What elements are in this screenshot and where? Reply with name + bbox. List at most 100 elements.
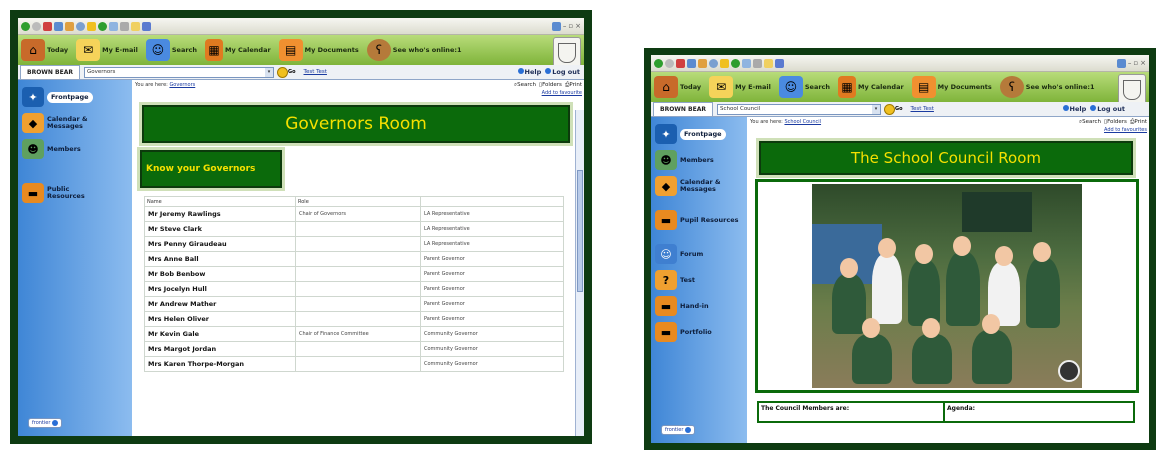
- window-controls: – ▫ ×: [1116, 58, 1146, 68]
- governors-table: Name Role Mr Jeremy Rawlings Chair of Gov…: [144, 196, 564, 372]
- minimize-icon[interactable]: –: [1128, 59, 1132, 67]
- search-browser-icon[interactable]: [709, 58, 718, 68]
- breadcrumb: You are here: School Council: [750, 119, 821, 125]
- back-icon[interactable]: [654, 58, 663, 68]
- chevron-down-icon[interactable]: ▾: [871, 104, 880, 114]
- folders-tool[interactable]: ▯Folders: [539, 82, 562, 89]
- breadcrumb-link[interactable]: Governors: [169, 82, 195, 88]
- history-icon[interactable]: [98, 21, 107, 31]
- forward-icon[interactable]: [32, 21, 41, 31]
- table-row: Mr Bob Benbow Parent Governor: [144, 266, 564, 282]
- refresh-icon[interactable]: [687, 58, 696, 68]
- sidebar-item-members[interactable]: ☻ Members: [651, 147, 747, 173]
- maximize-icon[interactable]: ▫: [568, 22, 573, 30]
- search-button[interactable]: ☺ Search: [145, 39, 197, 61]
- calendar-icon: ▦: [838, 76, 857, 98]
- go-icon: [276, 66, 288, 78]
- online-button[interactable]: ʕ See who's online:1: [999, 76, 1094, 98]
- add-to-favourites-link[interactable]: Add to favourites: [1104, 127, 1147, 133]
- folders-tool[interactable]: ▯Folders: [1104, 119, 1127, 126]
- help-link[interactable]: Help: [1062, 105, 1086, 113]
- back-icon[interactable]: [21, 21, 30, 31]
- close-icon[interactable]: ×: [575, 22, 581, 30]
- messenger-icon[interactable]: [775, 58, 784, 68]
- home-icon[interactable]: [65, 21, 74, 31]
- refresh-icon[interactable]: [54, 21, 63, 31]
- stop-icon[interactable]: [43, 21, 52, 31]
- documents-label: My Documents: [937, 83, 992, 91]
- folder-browser-icon[interactable]: [764, 58, 773, 68]
- sidebar-item-portfolio[interactable]: ▬ Portfolio: [651, 319, 747, 345]
- search-button[interactable]: ☺ Search: [778, 76, 830, 98]
- governor-type: Parent Governor: [420, 311, 564, 327]
- history-icon[interactable]: [731, 58, 740, 68]
- today-button[interactable]: ⌂ Today: [654, 76, 701, 98]
- online-button[interactable]: ʕ See who's online:1: [366, 39, 461, 61]
- sidebar-item-forum[interactable]: ☺ Forum: [651, 241, 747, 267]
- scrollbar[interactable]: [575, 110, 584, 436]
- user-link[interactable]: Test Test: [304, 69, 327, 75]
- governor-type: Parent Governor: [420, 266, 564, 282]
- help-link[interactable]: Help: [517, 68, 541, 76]
- go-button[interactable]: Go: [883, 103, 903, 115]
- search-browser-icon[interactable]: [76, 21, 85, 31]
- breadcrumb-link[interactable]: School Council: [784, 119, 821, 125]
- column-header-role: Role: [295, 196, 421, 207]
- sidebar-item-calendar[interactable]: ◆ Calendar & Messages: [651, 173, 747, 199]
- sidebar-item-public-resources[interactable]: ▬ Public Resources: [18, 180, 132, 206]
- sidebar-item-calendar[interactable]: ◆ Calendar & Messages: [18, 110, 132, 136]
- close-icon[interactable]: ×: [1140, 59, 1146, 67]
- mail-browser-icon[interactable]: [109, 21, 118, 31]
- house-icon: ⌂: [21, 39, 45, 61]
- print-browser-icon[interactable]: [753, 58, 762, 68]
- print-browser-icon[interactable]: [120, 21, 129, 31]
- email-button[interactable]: ✉ My E-mail: [709, 76, 771, 98]
- sidebar-item-frontpage[interactable]: ✦ Frontpage: [18, 84, 132, 110]
- documents-button[interactable]: ▤ My Documents: [911, 76, 992, 98]
- email-button[interactable]: ✉ My E-mail: [76, 39, 138, 61]
- sidebar-item-members[interactable]: ☻ Members: [18, 136, 132, 162]
- mail-browser-icon[interactable]: [742, 58, 751, 68]
- add-to-favourites-link[interactable]: Add to favourite: [542, 90, 582, 96]
- stop-icon[interactable]: [676, 58, 685, 68]
- folder-browser-icon[interactable]: [131, 21, 140, 31]
- documents-button[interactable]: ▤ My Documents: [278, 39, 359, 61]
- favorites-icon[interactable]: [720, 58, 729, 68]
- user-link[interactable]: Test Test: [911, 106, 934, 112]
- calendar-button[interactable]: ▦ My Calendar: [838, 76, 904, 98]
- bear-icon: ʕ: [999, 76, 1024, 98]
- sidebar-item-pupil-resources[interactable]: ▬ Pupil Resources: [651, 207, 747, 233]
- maximize-icon[interactable]: ▫: [1133, 59, 1138, 67]
- logout-link[interactable]: Log out: [1090, 105, 1125, 113]
- today-button[interactable]: ⌂ Today: [21, 39, 68, 61]
- sidebar-item-test[interactable]: ? Test: [651, 267, 747, 293]
- room-select[interactable]: Governors ▾: [83, 66, 274, 78]
- go-button[interactable]: Go: [276, 66, 296, 78]
- calendar-button[interactable]: ▦ My Calendar: [205, 39, 271, 61]
- page-tools: ⌕Search ▯Folders ⎙Print: [1079, 119, 1147, 126]
- forward-icon[interactable]: [665, 58, 674, 68]
- scrollbar-thumb[interactable]: [577, 170, 583, 292]
- user-tab[interactable]: BROWN BEAR: [653, 102, 713, 116]
- table-row: Mrs Jocelyn Hull Parent Governor: [144, 281, 564, 297]
- council-members-box: The Council Members are:: [757, 401, 945, 423]
- column-header-type: [420, 196, 564, 207]
- sidebar-item-hand-in[interactable]: ▬ Hand-in: [651, 293, 747, 319]
- logout-link[interactable]: Log out: [545, 68, 580, 76]
- print-tool[interactable]: ⎙Print: [565, 82, 582, 89]
- search-tool[interactable]: ⌕Search: [514, 82, 536, 89]
- table-row: Mrs Karen Thorpe-Morgan Community Governo…: [144, 356, 564, 372]
- room-select[interactable]: School Council ▾: [716, 103, 881, 115]
- sidebar-item-frontpage[interactable]: ✦ Frontpage: [651, 121, 747, 147]
- go-label: Go: [894, 106, 903, 112]
- search-tool[interactable]: ⌕Search: [1079, 119, 1101, 126]
- messenger-icon[interactable]: [142, 21, 151, 31]
- chevron-down-icon[interactable]: ▾: [264, 67, 273, 77]
- minimize-icon[interactable]: –: [563, 22, 567, 30]
- user-tab[interactable]: BROWN BEAR: [20, 65, 80, 79]
- column-header-name: Name: [144, 196, 296, 207]
- governor-type: LA Representative: [420, 236, 564, 252]
- print-tool[interactable]: ⎙Print: [1130, 119, 1147, 126]
- favorites-icon[interactable]: [87, 21, 96, 31]
- home-icon[interactable]: [698, 58, 707, 68]
